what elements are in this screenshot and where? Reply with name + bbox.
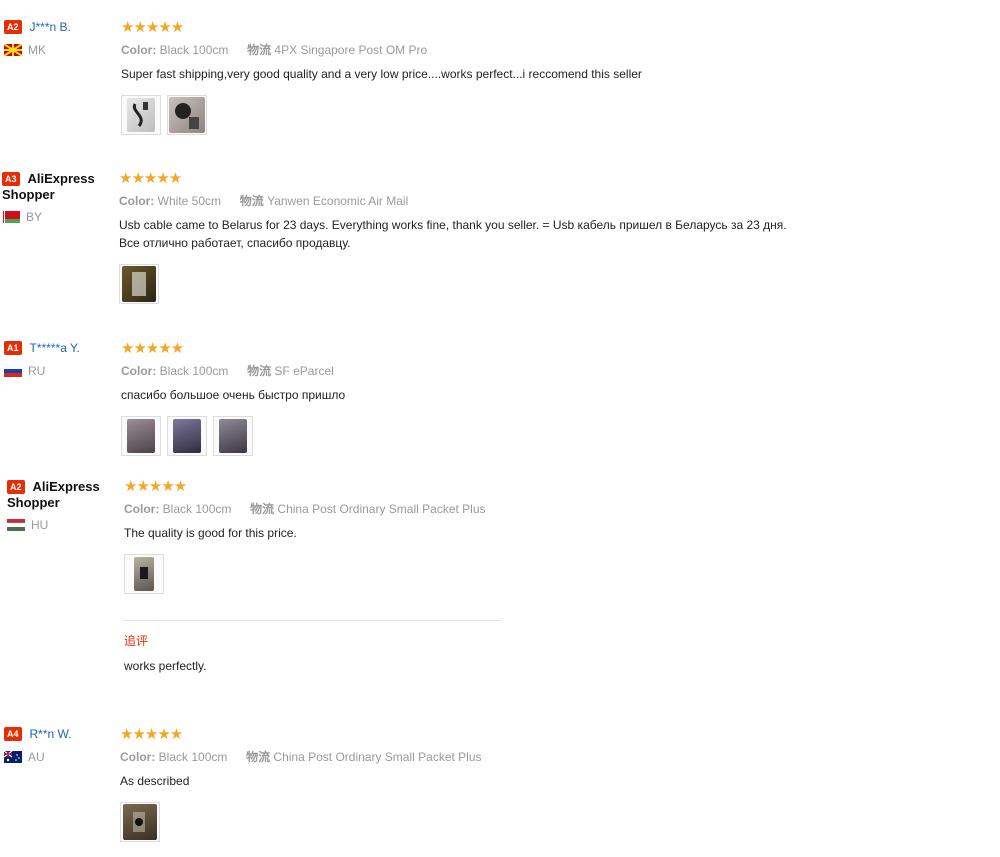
au-flag-icon — [4, 751, 22, 763]
country-code: RU — [28, 364, 46, 378]
country-code: BY — [26, 210, 43, 224]
shipping-value: Yanwen Economic Air Mail — [267, 194, 409, 208]
color-value: Black 100cm — [158, 750, 228, 764]
review-photos — [121, 95, 642, 135]
shipping-value: SF eParcel — [274, 364, 334, 378]
color-value: Black 100cm — [159, 43, 229, 57]
order-info: Color: Black 100cm 物流 SF eParcel — [121, 362, 345, 379]
review-photo-thumbnail[interactable] — [124, 554, 164, 594]
star-rating: ★★★★★ — [121, 340, 184, 357]
country-code: HU — [31, 518, 49, 532]
level-badge: A3 — [2, 171, 20, 186]
review-text: The quality is good for this price. — [124, 526, 297, 540]
reviewer-name-line2[interactable]: Shopper — [7, 495, 117, 510]
followup-divider — [124, 620, 502, 621]
reviewer-info: A4 R**n W. AU — [4, 727, 114, 764]
review-text: Super fast shipping,very good quality an… — [121, 67, 642, 81]
star-rating: ★★★★★ — [119, 170, 182, 187]
level-badge: A2 — [7, 479, 25, 494]
level-badge: A1 — [4, 341, 22, 355]
order-info: Color: White 50cm 物流 Yanwen Economic Air… — [119, 192, 787, 209]
review-photo-thumbnail[interactable] — [167, 416, 207, 456]
mk-flag-icon — [4, 44, 22, 56]
shipping-value: 4PX Singapore Post OM Pro — [274, 43, 428, 57]
order-info: Color: Black 100cm 物流 4PX Singapore Post… — [121, 41, 642, 58]
level-badge: A2 — [4, 20, 22, 34]
review-photo-thumbnail[interactable] — [121, 416, 161, 456]
reviewer-country: MK — [4, 43, 114, 57]
color-value: Black 100cm — [162, 502, 232, 516]
reviewer-name[interactable]: J***n B. — [30, 20, 71, 34]
color-label: Color: — [121, 364, 157, 378]
review-text: As described — [120, 774, 190, 788]
level-badge: A4 — [4, 727, 22, 741]
color-label: Color: — [119, 194, 155, 208]
review-text-line2: Все отлично работает, спасибо продавцу. — [119, 236, 351, 250]
followup-text: works perfectly. — [124, 659, 207, 673]
review-photo-thumbnail[interactable] — [119, 264, 159, 304]
shipping-value: China Post Ordinary Small Packet Plus — [273, 750, 482, 764]
color-value: White 50cm — [157, 194, 222, 208]
reviewer-country: HU — [7, 518, 117, 532]
reviewer-country: BY — [2, 210, 112, 224]
reviewer-info: A3 AliExpress Shopper BY — [2, 171, 112, 224]
color-label: Color: — [120, 750, 156, 764]
reviewer-country: AU — [4, 750, 114, 764]
review-photo-thumbnail[interactable] — [121, 95, 161, 135]
color-label: Color: — [124, 502, 160, 516]
shipping-label: 物流 — [239, 194, 264, 208]
color-value: Black 100cm — [159, 364, 229, 378]
ru-flag-icon — [4, 365, 22, 377]
order-info: Color: Black 100cm 物流 China Post Ordinar… — [120, 748, 482, 765]
review-photos — [121, 416, 345, 456]
reviewer-name-line2[interactable]: Shopper — [2, 187, 112, 202]
review-photo-thumbnail[interactable] — [213, 416, 253, 456]
shipping-value: China Post Ordinary Small Packet Plus — [277, 502, 486, 516]
star-rating: ★★★★★ — [120, 726, 183, 743]
followup-label: 追评 — [124, 634, 149, 648]
review-photos — [119, 264, 787, 304]
country-code: MK — [28, 43, 46, 57]
hu-flag-icon — [7, 519, 25, 531]
by-flag-icon — [2, 211, 20, 223]
reviewer-name[interactable]: AliExpress — [28, 171, 95, 186]
color-label: Color: — [121, 43, 157, 57]
reviewer-name[interactable]: R**n W. — [30, 727, 72, 741]
reviewer-name[interactable]: AliExpress — [33, 479, 100, 494]
reviewer-info: A2 J***n B. MK — [4, 20, 114, 57]
review-photos — [120, 802, 482, 842]
order-info: Color: Black 100cm 物流 China Post Ordinar… — [124, 500, 502, 517]
review-text: спасибо большое очень быстро пришло — [121, 388, 346, 402]
review-photos — [124, 554, 502, 594]
star-rating: ★★★★★ — [121, 19, 184, 36]
reviewer-info: A2 AliExpress Shopper HU — [7, 479, 117, 532]
review-photo-thumbnail[interactable] — [120, 802, 160, 842]
review-text: Usb cable came to Belarus for 23 days. E… — [119, 216, 787, 252]
reviewer-name[interactable]: T*****a Y. — [30, 341, 80, 355]
star-rating: ★★★★★ — [124, 478, 187, 495]
shipping-label: 物流 — [247, 43, 272, 57]
shipping-label: 物流 — [250, 502, 275, 516]
reviewer-info: A1 T*****a Y. RU — [4, 341, 114, 378]
shipping-label: 物流 — [247, 364, 272, 378]
shipping-label: 物流 — [246, 750, 271, 764]
review-text-line1: Usb cable came to Belarus for 23 days. E… — [119, 218, 787, 232]
review-photo-thumbnail[interactable] — [167, 95, 207, 135]
country-code: AU — [28, 750, 45, 764]
reviewer-country: RU — [4, 364, 114, 378]
